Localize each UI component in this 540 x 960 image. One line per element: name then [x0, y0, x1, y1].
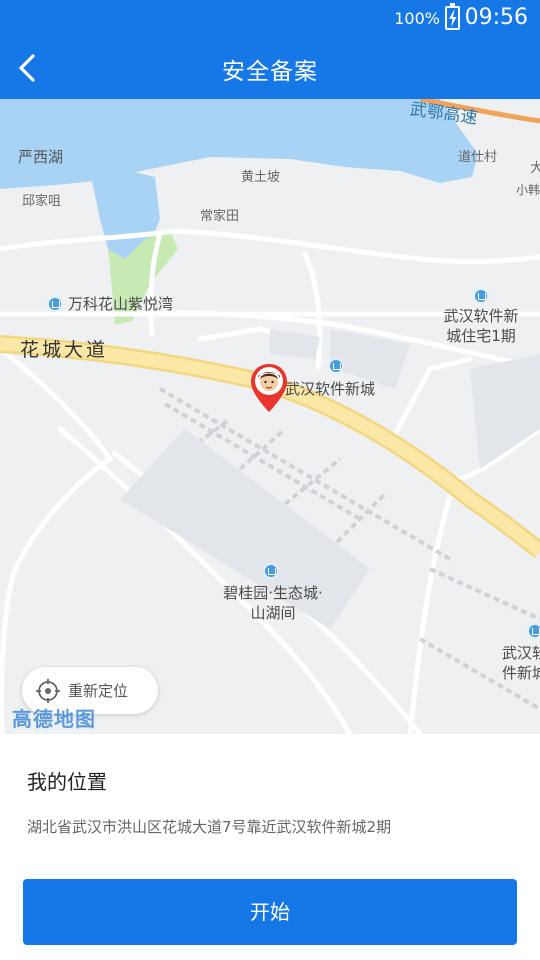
start-button[interactable]: 开始 — [23, 879, 517, 945]
building-icon — [527, 623, 540, 639]
page-title: 安全备案 — [222, 59, 318, 85]
battery-percent: 100% — [394, 9, 440, 28]
map-label-village: 常家田 — [200, 209, 240, 224]
map-label-edge: 大 — [530, 161, 540, 176]
map-label-village: 邱家咀 — [22, 194, 62, 209]
map-label-edge: 小韩 — [516, 183, 540, 197]
section-title: 我的位置 — [27, 770, 107, 794]
building-icon — [473, 288, 489, 304]
map-label-lake: 严西湖 — [18, 148, 64, 166]
map-view[interactable]: 武鄂高速 严西湖 邱家咀 黄土坡 道仕村 常家田 大 小韩 花城大道 万科花山紫… — [0, 99, 540, 734]
poi-software-city-edge[interactable]: 武汉软件新城 — [502, 643, 540, 683]
battery-charging-icon — [445, 3, 460, 30]
poi-vanke[interactable]: 万科花山紫悦湾 — [68, 294, 173, 314]
building-icon — [47, 296, 63, 312]
poi-software-city-housing[interactable]: 武汉软件新城住宅1期 — [441, 306, 521, 346]
my-location-panel: 我的位置 湖北省武汉市洪山区花城大道7号靠近武汉软件新城2期 开始 — [0, 734, 540, 960]
building-icon — [263, 563, 279, 579]
locate-crosshair-icon — [36, 679, 60, 703]
poi-software-city[interactable]: 武汉软件新城 — [285, 379, 375, 399]
location-pin-icon — [251, 364, 287, 412]
status-bar: 100% 09:56 — [0, 0, 540, 38]
app-header: 安全备案 — [0, 38, 540, 99]
map-label-village: 道仕村 — [458, 150, 498, 165]
map-label-village: 黄土坡 — [241, 170, 281, 185]
current-location-marker[interactable] — [249, 362, 289, 418]
amap-logo: 高德地图 — [12, 707, 96, 731]
map-label-avenue: 花城大道 — [20, 339, 109, 361]
building-icon — [328, 358, 344, 374]
relocate-label: 重新定位 — [68, 682, 129, 700]
clock: 09:56 — [464, 5, 528, 30]
address-text: 湖北省武汉市洪山区花城大道7号靠近武汉软件新城2期 — [27, 818, 392, 836]
poi-country-garden[interactable]: 碧桂园·生态城·山湖间 — [222, 583, 324, 623]
